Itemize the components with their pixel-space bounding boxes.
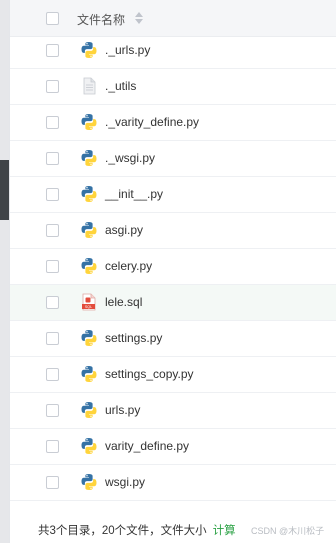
python-file-icon [80,185,98,203]
file-name[interactable]: settings_copy.py [105,367,194,381]
summary-text: 共3个目录，20个文件，文件大小 [38,525,207,537]
python-file-icon [80,437,98,455]
list-header: 文件名称 [10,0,336,37]
file-list-panel: 文件名称 ._urls.py ._utils ._varity_define.p… [9,0,336,543]
calc-size-link[interactable]: 计算 [213,525,236,537]
file-name[interactable]: celery.py [105,259,152,273]
select-all-checkbox[interactable] [46,12,59,25]
file-name[interactable]: asgi.py [105,223,143,237]
file-row[interactable]: urls.py [10,393,336,429]
python-file-icon [80,365,98,383]
file-name[interactable]: ._urls.py [105,43,150,57]
file-name[interactable]: lele.sql [105,295,142,309]
python-file-icon [80,401,98,419]
file-row[interactable]: settings_copy.py [10,357,336,393]
row-checkbox[interactable] [46,476,59,489]
row-checkbox[interactable] [46,80,59,93]
sql-file-icon: SQL [80,293,98,311]
file-name[interactable]: urls.py [105,403,140,417]
file-row[interactable]: celery.py [10,249,336,285]
file-row[interactable]: settings.py [10,321,336,357]
left-edge-dark-block [0,160,9,220]
file-icon [80,77,98,95]
python-file-icon [80,329,98,347]
row-checkbox[interactable] [46,224,59,237]
row-checkbox[interactable] [46,116,59,129]
python-file-icon [80,221,98,239]
row-checkbox[interactable] [46,332,59,345]
file-name[interactable]: ._varity_define.py [105,115,199,129]
file-row[interactable]: varity_define.py [10,429,336,465]
file-row[interactable]: __init__.py [10,177,336,213]
row-checkbox[interactable] [46,440,59,453]
python-file-icon [80,257,98,275]
file-row[interactable]: ._urls.py [10,33,336,69]
file-name[interactable]: ._wsgi.py [105,151,155,165]
row-checkbox[interactable] [46,404,59,417]
python-file-icon [80,149,98,167]
python-file-icon [80,473,98,491]
svg-text:SQL: SQL [85,305,92,309]
row-checkbox[interactable] [46,296,59,309]
file-name[interactable]: varity_define.py [105,439,189,453]
file-row[interactable]: asgi.py [10,213,336,249]
file-row[interactable]: SQL lele.sql [10,285,336,321]
row-checkbox[interactable] [46,188,59,201]
file-row[interactable]: ._wsgi.py [10,141,336,177]
status-footer: 共3个目录，20个文件，文件大小 计算 [38,522,236,538]
row-checkbox[interactable] [46,152,59,165]
file-row[interactable]: ._utils [10,69,336,105]
row-checkbox[interactable] [46,368,59,381]
file-name[interactable]: ._utils [105,79,136,93]
watermark: CSDN @木川松子 [251,526,325,536]
column-title-filename[interactable]: 文件名称 [77,11,125,28]
python-file-icon [80,41,98,59]
file-name[interactable]: settings.py [105,331,162,345]
file-name[interactable]: wsgi.py [105,475,145,489]
row-checkbox[interactable] [46,44,59,57]
file-row[interactable]: wsgi.py [10,465,336,501]
sort-icon[interactable] [134,12,144,24]
row-checkbox[interactable] [46,260,59,273]
file-row[interactable]: ._varity_define.py [10,105,336,141]
left-edge [0,0,9,543]
file-name[interactable]: __init__.py [105,187,163,201]
python-file-icon [80,113,98,131]
